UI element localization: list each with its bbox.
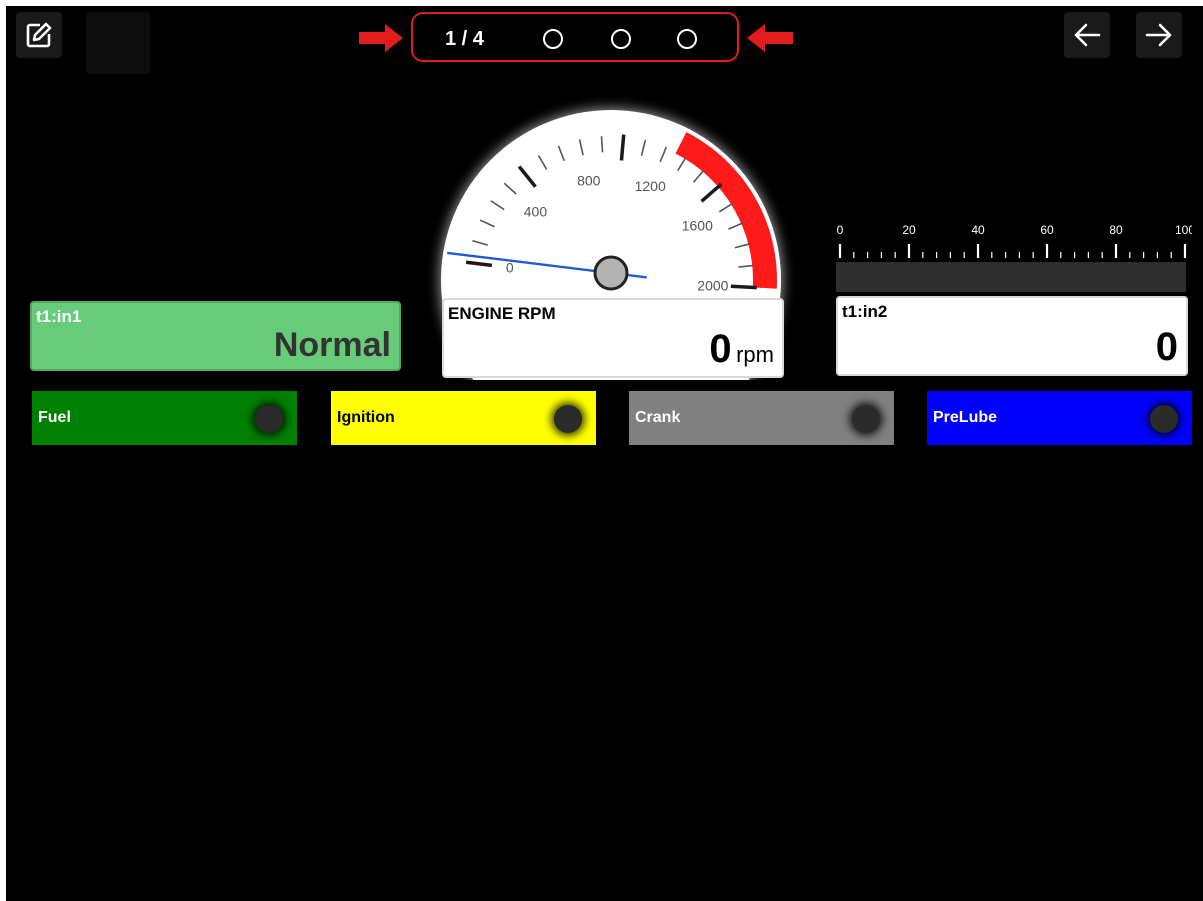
next-page-button[interactable] [1136, 12, 1182, 58]
gauge-tick-label-800: 800 [577, 172, 601, 188]
previous-page-button[interactable] [1064, 12, 1110, 58]
toolbar-placeholder [86, 12, 150, 74]
input2-value: 0 [1155, 325, 1178, 369]
scale-label-20: 20 [902, 223, 916, 237]
gauge-tick-label-1200: 1200 [635, 178, 666, 194]
gauge-tick-label-2000: 2000 [697, 277, 728, 293]
indicator-crank[interactable]: Crank [629, 391, 894, 445]
input2-value-panel: t1:in2 0 [836, 296, 1188, 376]
input1-value: Normal [273, 326, 391, 364]
indicator-fuel[interactable]: Fuel [32, 391, 297, 445]
indicator-fuel-label: Fuel [38, 409, 71, 426]
indicator-prelube-label: PreLube [933, 409, 998, 426]
indicator-ignition-label: Ignition [337, 409, 395, 426]
indicator-ignition-lamp [554, 405, 582, 433]
indicator-prelube-lamp [1150, 405, 1178, 433]
scale-label-0: 0 [837, 223, 844, 237]
arrow-right-icon [1145, 23, 1172, 47]
indicator-prelube[interactable]: PreLube [927, 391, 1192, 445]
gauge-minor-tick [600, 136, 604, 153]
pointer-arrow-right-icon [359, 24, 403, 52]
edit-icon [26, 22, 52, 48]
page-dot-4[interactable] [677, 29, 697, 49]
page-counter: 1 / 4 [445, 28, 484, 50]
indicator-crank-lamp [852, 405, 880, 433]
gauge-tick-label-400: 400 [524, 203, 548, 219]
indicator-ignition[interactable]: Ignition [331, 391, 596, 445]
gauge-hub [593, 255, 629, 291]
rpm-value: 0 [709, 327, 732, 371]
gauge-tick-label-1600: 1600 [682, 218, 713, 234]
edit-button[interactable] [16, 12, 62, 58]
scale-label-60: 60 [1040, 223, 1054, 237]
input1-status-panel: t1:in1 Normal [30, 301, 401, 371]
input2-scale-ticks: 0 20 40 60 80 100 [837, 223, 1195, 258]
indicator-crank-label: Crank [635, 409, 681, 426]
page-dot-3[interactable] [611, 29, 631, 49]
pointer-arrow-left-icon [747, 24, 793, 52]
rpm-title: ENGINE RPM [448, 304, 556, 323]
scale-label-80: 80 [1109, 223, 1123, 237]
page-dot-2[interactable] [543, 29, 563, 49]
scale-label-100: 100 [1175, 223, 1192, 237]
arrow-left-icon [1074, 23, 1101, 47]
gauge-major-tick [730, 284, 757, 290]
input1-label: t1:in1 [36, 307, 82, 326]
rpm-unit: rpm [736, 342, 774, 367]
dashboard-screen: 1 / 4 t1:in1 Normal 0 400 800 1200 1600 2000 [6, 6, 1203, 901]
input2-label: t1:in2 [842, 302, 888, 321]
input2-bar-track [836, 262, 1186, 292]
indicator-fuel-lamp [255, 405, 283, 433]
input2-scale: 0 20 40 60 80 100 [832, 212, 1195, 262]
rpm-readout-panel: ENGINE RPM 0 rpm [442, 298, 784, 378]
scale-label-40: 40 [971, 223, 985, 237]
rpm-value-group: 0 rpm [709, 327, 774, 372]
page-indicator: 1 / 4 [411, 12, 739, 62]
gauge-major-tick [619, 134, 626, 161]
